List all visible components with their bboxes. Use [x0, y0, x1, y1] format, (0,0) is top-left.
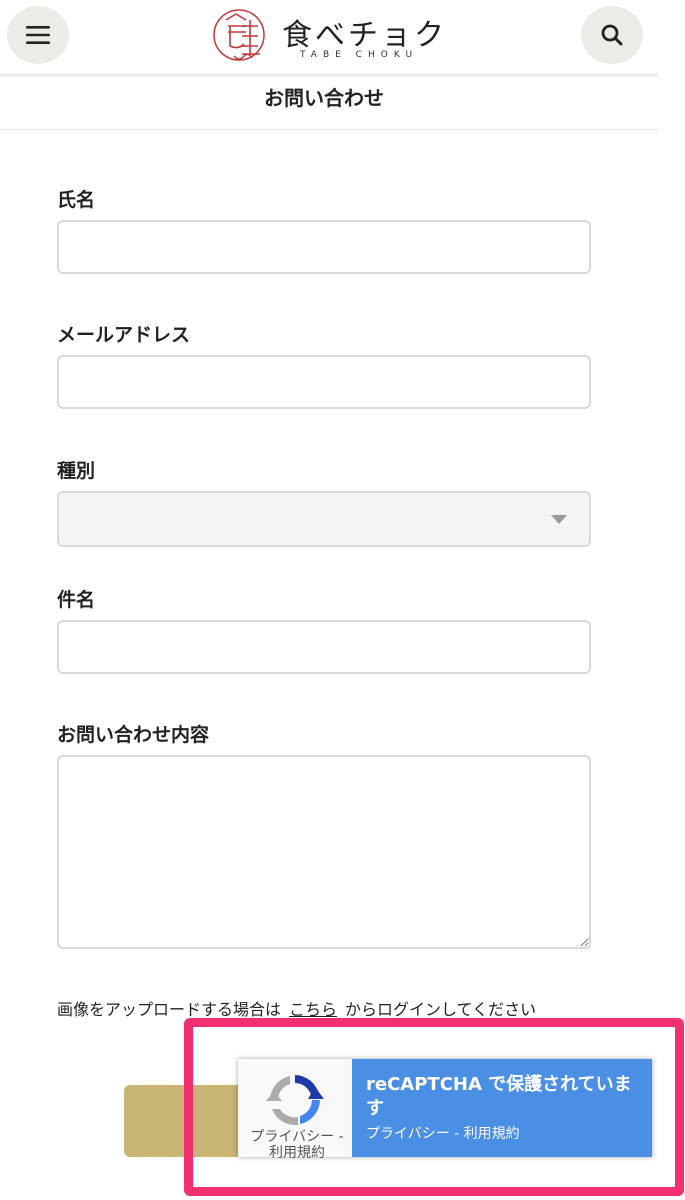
upload-note-prefix: 画像をアップロードする場合は: [57, 1000, 282, 1019]
content-label: お問い合わせ内容: [57, 724, 210, 746]
header-divider: [0, 73, 658, 77]
contact-page: 食べチョク TABE CHOKU お問い合わせ 氏名 メールアドレス 種別 件名…: [0, 0, 685, 1200]
upload-note: 画像をアップロードする場合は こちら からログインしてください: [57, 996, 536, 1020]
name-label: 氏名: [57, 189, 96, 211]
hamburger-menu-icon: [26, 26, 50, 44]
name-field[interactable]: [57, 220, 591, 274]
type-label: 種別: [57, 460, 96, 482]
search-button[interactable]: [581, 6, 643, 64]
site-header: 食べチョク TABE CHOKU: [0, 0, 658, 74]
chevron-down-icon: [551, 515, 567, 524]
highlight-box: [184, 1018, 684, 1196]
logo-text: 食べチョク: [282, 18, 447, 53]
subject-field[interactable]: [57, 620, 591, 674]
logo-emblem-icon: [213, 9, 265, 61]
title-divider: [0, 129, 658, 130]
search-icon: [601, 24, 623, 46]
email-label: メールアドレス: [57, 324, 191, 346]
subject-label: 件名: [57, 589, 96, 611]
site-logo[interactable]: 食べチョク TABE CHOKU: [212, 6, 444, 64]
upload-note-suffix: からログインしてください: [345, 1000, 537, 1019]
content-textarea[interactable]: [57, 755, 591, 949]
login-link[interactable]: こちら: [289, 1000, 337, 1019]
page-title: お問い合わせ: [264, 86, 384, 110]
type-select[interactable]: [57, 491, 591, 547]
logo-subtext: TABE CHOKU: [300, 50, 419, 60]
email-field[interactable]: [57, 355, 591, 409]
menu-button[interactable]: [7, 6, 69, 64]
